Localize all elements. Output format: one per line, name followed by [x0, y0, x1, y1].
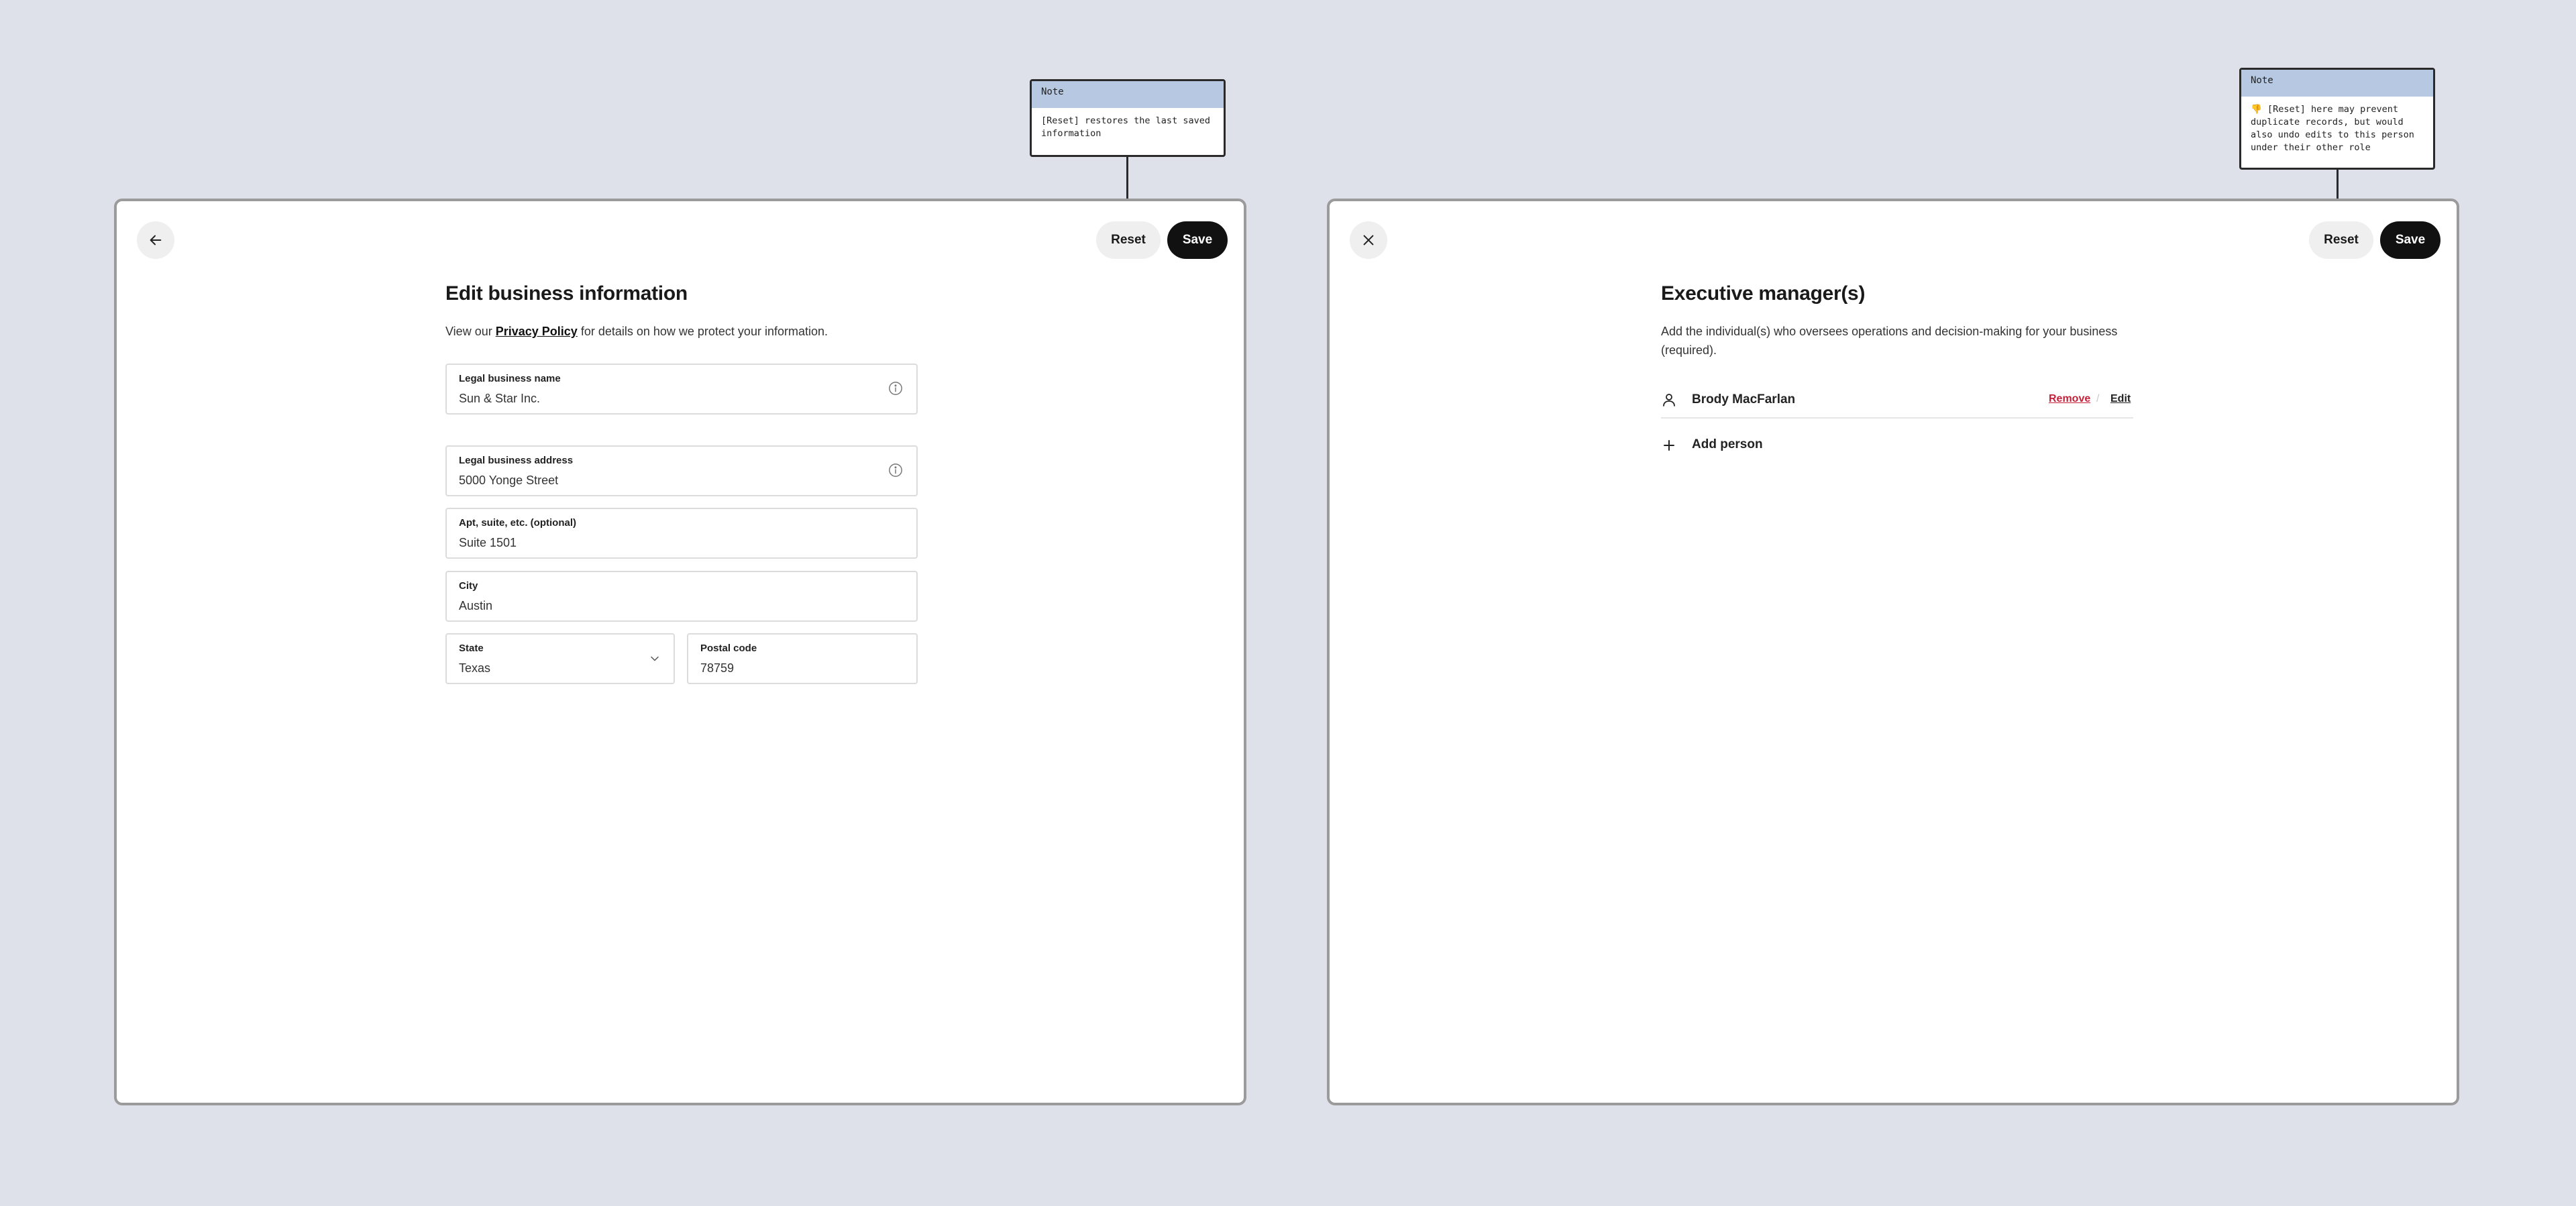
- field-label: Legal business address: [459, 455, 574, 466]
- plus-icon: [1664, 440, 1674, 451]
- legal-business-address-field[interactable]: Legal business address 5000 Yonge Street: [445, 445, 918, 496]
- page-title: Edit business information: [445, 282, 688, 305]
- note-header: Note: [2241, 70, 2433, 97]
- edit-business-form: Edit business information View our Priva…: [445, 278, 918, 684]
- annotation-note-right: Note 👎 [Reset] here may prevent duplicat…: [2239, 68, 2435, 170]
- page-title: Executive manager(s): [1661, 282, 1866, 305]
- add-person-button[interactable]: Add person: [1661, 432, 1795, 459]
- note-header: Note: [1032, 81, 1224, 108]
- note-body: 👎 [Reset] here may prevent duplicate rec…: [2251, 104, 2414, 153]
- apt-suite-field[interactable]: Apt, suite, etc. (optional) Suite 1501: [445, 508, 918, 559]
- executive-description: Add the individual(s) who oversees opera…: [1661, 325, 2118, 357]
- executive-managers-panel: Reset Save Executive manager(s) Add the …: [1327, 199, 2459, 1105]
- close-icon: [1363, 235, 1374, 245]
- field-value: Suite 1501: [459, 536, 517, 549]
- reset-button[interactable]: Reset: [2309, 221, 2373, 259]
- info-icon[interactable]: [888, 463, 903, 478]
- save-button[interactable]: Save: [1167, 221, 1228, 259]
- person-icon: [1663, 394, 1675, 406]
- city-field[interactable]: City Austin: [445, 571, 918, 622]
- postal-code-field[interactable]: Postal code 78759: [687, 633, 918, 684]
- privacy-policy-link[interactable]: Privacy Policy: [496, 325, 578, 338]
- legal-business-name-field[interactable]: Legal business name Sun & Star Inc.: [445, 364, 918, 415]
- reset-button[interactable]: Reset: [1096, 221, 1161, 259]
- state-select[interactable]: State Texas: [445, 633, 675, 684]
- remove-person-link[interactable]: Remove: [2049, 393, 2090, 405]
- edit-business-panel: Reset Save Edit business information Vie…: [114, 199, 1246, 1105]
- field-value: 5000 Yonge Street: [459, 474, 559, 487]
- close-button[interactable]: [1350, 221, 1387, 259]
- field-value: Austin: [459, 599, 493, 612]
- action-separator: /: [2096, 393, 2100, 404]
- arrow-left-icon: [150, 235, 162, 245]
- add-person-label: Add person: [1692, 437, 1763, 451]
- save-button[interactable]: Save: [2380, 221, 2440, 259]
- field-value: Texas: [459, 661, 491, 675]
- privacy-description: View our Privacy Policy for details on h…: [445, 322, 918, 341]
- privacy-text-after: for details on how we protect your infor…: [577, 325, 828, 338]
- annotation-note-left: Note [Reset] restores the last saved inf…: [1030, 79, 1226, 157]
- note-body: [Reset] restores the last saved informat…: [1041, 115, 1210, 139]
- field-value: 78759: [700, 661, 735, 675]
- field-label: City: [459, 580, 478, 592]
- field-label: State: [459, 643, 484, 654]
- privacy-text-before: View our: [445, 325, 496, 338]
- person-name: Brody MacFarlan: [1692, 392, 1796, 406]
- field-label: Legal business name: [459, 373, 561, 384]
- info-icon[interactable]: [888, 381, 903, 396]
- field-label: Apt, suite, etc. (optional): [459, 517, 576, 529]
- chevron-down-icon: [651, 656, 659, 661]
- back-button[interactable]: [137, 221, 174, 259]
- edit-person-link[interactable]: Edit: [2110, 393, 2131, 405]
- field-value: Sun & Star Inc.: [459, 392, 541, 405]
- field-label: Postal code: [700, 643, 757, 654]
- person-row: Brody MacFarlan Remove / Edit: [1661, 381, 2133, 419]
- executive-managers-content: Executive manager(s) Add the individual(…: [1661, 278, 2133, 451]
